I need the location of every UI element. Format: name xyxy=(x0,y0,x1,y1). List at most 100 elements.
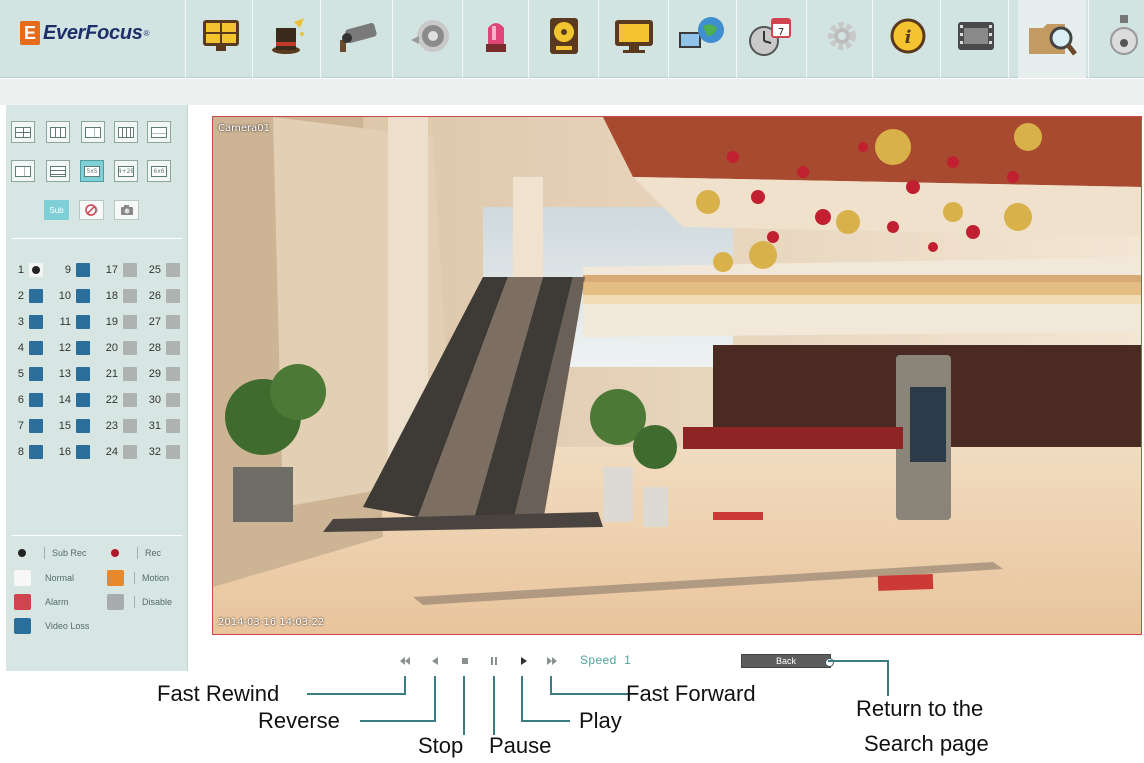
hard-disk-icon[interactable] xyxy=(538,10,590,62)
play-button[interactable] xyxy=(517,654,531,668)
channel-status-box[interactable] xyxy=(123,393,137,407)
channel-22[interactable]: 22 xyxy=(102,391,137,409)
channel-16[interactable]: 16 xyxy=(55,443,90,461)
channel-7[interactable]: 7 xyxy=(12,417,43,435)
channel-status-box[interactable] xyxy=(29,445,43,459)
channel-status-box[interactable] xyxy=(123,263,137,277)
layout-5x5-button[interactable]: 5x5 xyxy=(80,160,104,182)
sub-stream-button[interactable]: Sub xyxy=(44,200,69,220)
channel-status-box[interactable] xyxy=(29,315,43,329)
channel-status-box[interactable] xyxy=(29,419,43,433)
channel-status-box[interactable] xyxy=(29,263,43,277)
network-globe-icon[interactable] xyxy=(676,10,728,62)
channel-20[interactable]: 20 xyxy=(102,339,137,357)
channel-status-box[interactable] xyxy=(123,419,137,433)
layout-1x1-button[interactable] xyxy=(11,121,35,143)
channel-23[interactable]: 23 xyxy=(102,417,137,435)
logo-text: EverFocus xyxy=(43,21,143,44)
channel-status-box[interactable] xyxy=(76,393,90,407)
layout-1plus7-button[interactable] xyxy=(147,121,171,143)
record-icon[interactable] xyxy=(404,10,456,62)
camera-icon[interactable] xyxy=(332,10,384,62)
alarm-light-icon[interactable] xyxy=(470,10,522,62)
snapshot-button[interactable] xyxy=(114,200,139,220)
channel-status-box[interactable] xyxy=(166,315,180,329)
channel-2[interactable]: 2 xyxy=(12,287,43,305)
channel-18[interactable]: 18 xyxy=(102,287,137,305)
channel-status-box[interactable] xyxy=(123,341,137,355)
channel-status-box[interactable] xyxy=(166,367,180,381)
channel-17[interactable]: 17 xyxy=(102,261,137,279)
monitor-icon[interactable] xyxy=(608,10,660,62)
channel-6[interactable]: 6 xyxy=(12,391,43,409)
channel-status-box[interactable] xyxy=(166,341,180,355)
layout-1plus12-button[interactable] xyxy=(46,160,70,182)
channel-13[interactable]: 13 xyxy=(55,365,90,383)
wizard-hat-icon[interactable] xyxy=(262,10,314,62)
video-display[interactable]: Camera01 2014-03-16 14:03:22 xyxy=(212,116,1142,635)
channel-status-box[interactable] xyxy=(166,263,180,277)
channel-31[interactable]: 31 xyxy=(145,417,180,435)
channel-status-box[interactable] xyxy=(76,263,90,277)
search-folder-icon[interactable] xyxy=(1018,0,1086,78)
layout-1plus5-button[interactable] xyxy=(81,121,105,143)
channel-10[interactable]: 10 xyxy=(55,287,90,305)
channel-status-box[interactable] xyxy=(29,341,43,355)
channel-32[interactable]: 32 xyxy=(145,443,180,461)
channel-status-box[interactable] xyxy=(76,341,90,355)
fast-rewind-button[interactable] xyxy=(398,654,412,668)
channel-status-box[interactable] xyxy=(76,445,90,459)
channel-30[interactable]: 30 xyxy=(145,391,180,409)
channel-status-box[interactable] xyxy=(76,289,90,303)
channel-19[interactable]: 19 xyxy=(102,313,137,331)
channel-3[interactable]: 3 xyxy=(12,313,43,331)
channel-28[interactable]: 28 xyxy=(145,339,180,357)
layout-4plus28-button[interactable]: 4+28 xyxy=(114,160,138,182)
channel-status-box[interactable] xyxy=(123,289,137,303)
channel-15[interactable]: 15 xyxy=(55,417,90,435)
gear-icon[interactable] xyxy=(816,10,868,62)
layout-1plus8-button[interactable] xyxy=(11,160,35,182)
channel-status-box[interactable] xyxy=(76,367,90,381)
ptz-dome-icon[interactable] xyxy=(1098,10,1144,62)
channel-14[interactable]: 14 xyxy=(55,391,90,409)
channel-status-box[interactable] xyxy=(29,289,43,303)
channel-4[interactable]: 4 xyxy=(12,339,43,357)
channel-status-box[interactable] xyxy=(29,367,43,381)
channel-status-box[interactable] xyxy=(166,419,180,433)
channel-status-box[interactable] xyxy=(123,315,137,329)
layout-4x4-button[interactable] xyxy=(114,121,138,143)
pause-button[interactable] xyxy=(487,654,501,668)
film-icon[interactable] xyxy=(950,10,1002,62)
channel-status-box[interactable] xyxy=(166,445,180,459)
channel-status-box[interactable] xyxy=(166,289,180,303)
channel-25[interactable]: 25 xyxy=(145,261,180,279)
channel-5[interactable]: 5 xyxy=(12,365,43,383)
channel-9[interactable]: 9 xyxy=(55,261,90,279)
channel-11[interactable]: 11 xyxy=(55,313,90,331)
display-icon[interactable] xyxy=(195,10,247,62)
channel-1[interactable]: 1 xyxy=(12,261,43,279)
info-icon[interactable]: i xyxy=(882,10,934,62)
channel-status-box[interactable] xyxy=(166,393,180,407)
audio-mute-button[interactable] xyxy=(79,200,104,220)
channel-status-box[interactable] xyxy=(76,315,90,329)
channel-status-box[interactable] xyxy=(123,367,137,381)
back-button[interactable]: Back xyxy=(741,654,834,668)
channel-status-box[interactable] xyxy=(123,445,137,459)
channel-29[interactable]: 29 xyxy=(145,365,180,383)
channel-12[interactable]: 12 xyxy=(55,339,90,357)
channel-24[interactable]: 24 xyxy=(102,443,137,461)
fast-forward-button[interactable] xyxy=(545,654,559,668)
channel-26[interactable]: 26 xyxy=(145,287,180,305)
channel-21[interactable]: 21 xyxy=(102,365,137,383)
stop-button[interactable] xyxy=(458,654,472,668)
schedule-icon[interactable]: 7 xyxy=(744,10,796,62)
layout-3x3-button[interactable] xyxy=(46,121,70,143)
channel-8[interactable]: 8 xyxy=(12,443,43,461)
layout-6x6-button[interactable]: 6x6 xyxy=(147,160,171,182)
channel-status-box[interactable] xyxy=(29,393,43,407)
channel-27[interactable]: 27 xyxy=(145,313,180,331)
channel-status-box[interactable] xyxy=(76,419,90,433)
reverse-button[interactable] xyxy=(428,654,442,668)
